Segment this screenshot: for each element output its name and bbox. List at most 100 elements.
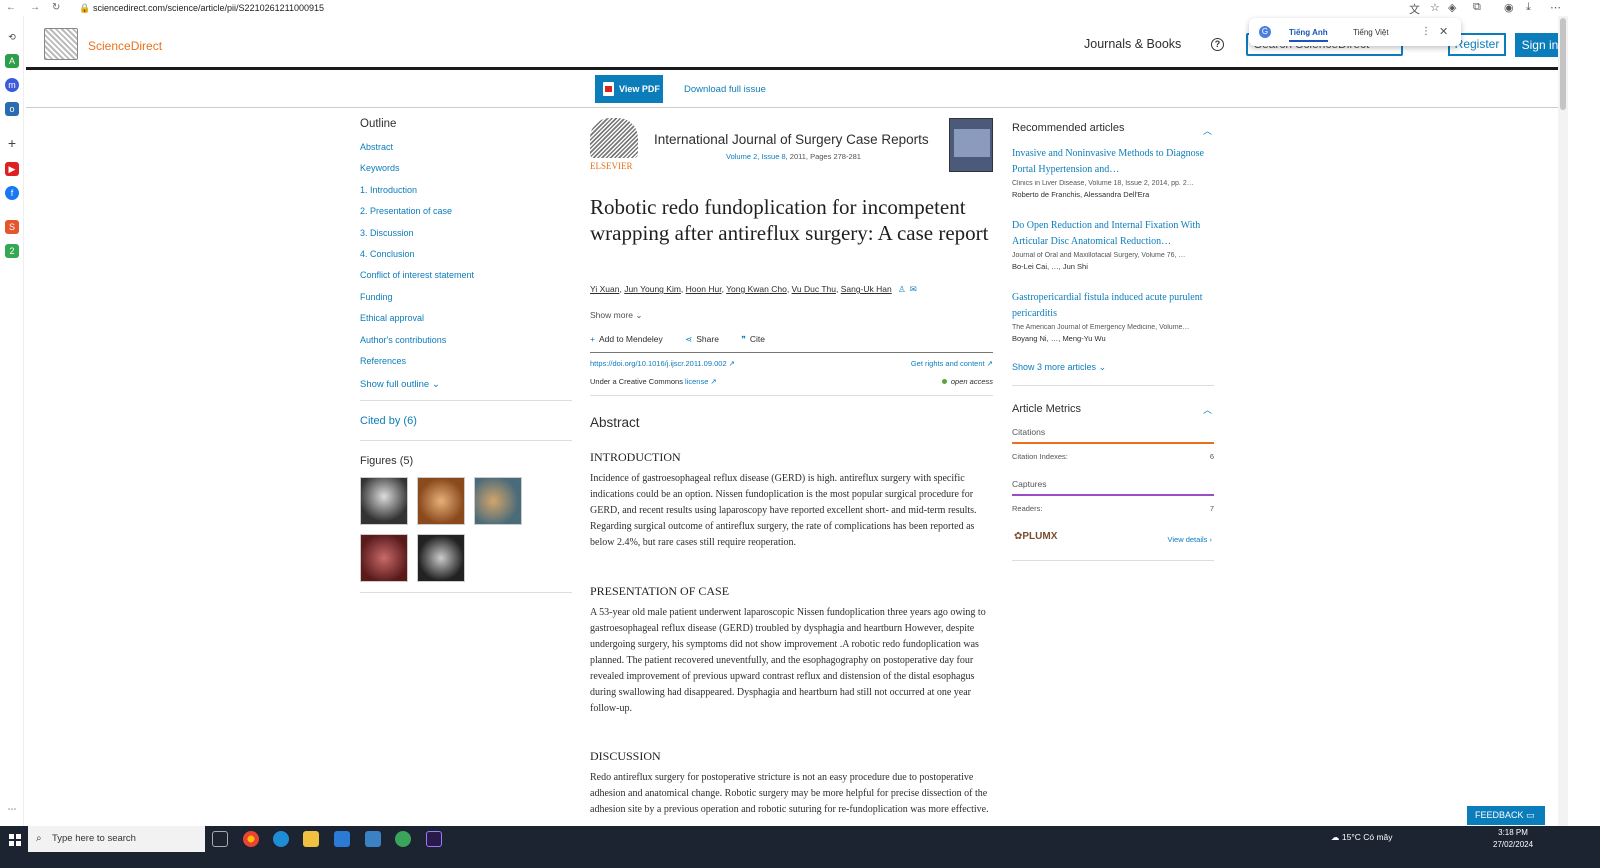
store-icon[interactable] (334, 831, 350, 847)
outlook-icon[interactable]: o (5, 102, 19, 116)
messenger-icon[interactable]: m (5, 78, 19, 92)
download-icon[interactable]: ⤓ (1526, 1, 1531, 14)
share-button[interactable]: ⋖ Share (685, 334, 729, 344)
menu-icon[interactable]: ⋯ (1550, 1, 1561, 14)
outline-item-references[interactable]: References (360, 356, 572, 377)
person-icon[interactable]: ♙ (898, 284, 906, 294)
shield-icon[interactable]: ◈ (1448, 1, 1456, 14)
outline-item-keywords[interactable]: Keywords (360, 163, 572, 184)
cite-button[interactable]: ❞ Cite (741, 334, 775, 344)
mail-icon[interactable] (365, 831, 381, 847)
translate-target-tab[interactable]: Tiếng Việt (1353, 28, 1389, 37)
outline-item-introduction[interactable]: 1. Introduction (360, 185, 572, 206)
view-details-link[interactable]: View details › (1168, 535, 1212, 544)
forward-icon[interactable]: → (30, 2, 40, 13)
back-icon[interactable]: ← (6, 2, 16, 13)
cited-by-link[interactable]: Cited by (6) (360, 401, 572, 442)
extensions-icon[interactable]: ⧉ (1473, 1, 1481, 14)
add-mendeley-button[interactable]: + Add to Mendeley (590, 334, 673, 344)
figure-thumbnail[interactable] (417, 477, 465, 526)
outline-item-presentation[interactable]: 2. Presentation of case (360, 206, 572, 227)
outline-item-conflict[interactable]: Conflict of interest statement (360, 270, 572, 291)
journal-cover-image[interactable] (949, 118, 993, 172)
chrome-icon[interactable] (243, 831, 259, 847)
address-bar[interactable]: sciencedirect.com/science/article/pii/S2… (93, 3, 324, 13)
journal-volume-link[interactable]: Volume 2, Issue 8 (726, 152, 786, 161)
recommended-item-title[interactable]: Gastropericardial fistula induced acute … (1012, 290, 1214, 321)
doi-link[interactable]: https://doi.org/10.1016/j.ijscr.2011.09.… (590, 359, 735, 368)
app-icon[interactable]: 2 (5, 244, 19, 258)
file-explorer-icon[interactable] (303, 831, 319, 847)
license-link[interactable]: license (685, 377, 708, 386)
outline-item-ethical[interactable]: Ethical approval (360, 313, 572, 334)
task-view-icon[interactable] (212, 831, 228, 847)
outline-item-funding[interactable]: Funding (360, 292, 572, 313)
feedback-button[interactable]: FEEDBACK ▭ (1467, 806, 1545, 825)
elsevier-logo[interactable]: ELSEVIER (590, 118, 640, 174)
view-pdf-button[interactable]: View PDF (595, 75, 663, 103)
figure-thumbnail[interactable] (474, 477, 522, 526)
app-icon[interactable] (395, 831, 411, 847)
figure-thumbnail[interactable] (417, 534, 465, 583)
journals-books-link[interactable]: Journals & Books (1084, 37, 1181, 51)
license-prefix: Under a Creative Commons (590, 377, 683, 386)
outline-item-discussion[interactable]: 3. Discussion (360, 228, 572, 249)
author-link[interactable]: Vu Duc Thu (792, 284, 836, 294)
recommended-item-title[interactable]: Invasive and Noninvasive Methods to Diag… (1012, 146, 1214, 177)
history-icon[interactable]: ⟲ (5, 30, 19, 44)
chevron-up-icon[interactable]: ︿ (1203, 403, 1212, 416)
chat-icon: ▭ (1526, 810, 1535, 820)
star-icon[interactable]: ☆ (1430, 1, 1440, 14)
recommended-item-source: Clinics in Liver Disease, Volume 18, Iss… (1012, 180, 1194, 187)
outline-item-contributions[interactable]: Author's contributions (360, 335, 572, 356)
elsevier-logo-icon[interactable] (44, 28, 78, 60)
site-brand[interactable]: ScienceDirect (88, 39, 162, 53)
author-link[interactable]: Jun Young Kim (624, 284, 681, 294)
profile-icon[interactable]: ◉ (1504, 1, 1514, 14)
more-options-icon[interactable]: ⋮ (1421, 26, 1431, 37)
figure-thumbnail[interactable] (360, 534, 408, 583)
journal-title[interactable]: International Journal of Surgery Case Re… (654, 132, 929, 147)
author-link[interactable]: Yong Kwan Cho (726, 284, 787, 294)
show-full-outline-link[interactable]: Show full outline ⌄ (360, 379, 572, 402)
share-icon: ⋖ (685, 334, 693, 344)
author-link[interactable]: Hoon Hur (686, 284, 722, 294)
show-full-outline-label: Show full outline (360, 379, 430, 391)
plumx-logo[interactable]: ✿PLUMX (1014, 531, 1057, 542)
readers-label: Readers: (1012, 504, 1043, 513)
scroll-thumb[interactable] (1560, 18, 1566, 110)
windows-start-icon[interactable] (9, 834, 21, 846)
outline-item-conclusion[interactable]: 4. Conclusion (360, 249, 572, 270)
add-icon[interactable]: + (5, 136, 19, 150)
outline-item-abstract[interactable]: Abstract (360, 142, 572, 163)
app-icon[interactable]: S (5, 220, 19, 234)
taskbar-clock[interactable]: 3:18 PM 27/02/2024 (1493, 827, 1533, 851)
rights-link[interactable]: Get rights and content ↗ (911, 359, 993, 368)
section-text-introduction: Incidence of gastroesophageal reflux dis… (590, 473, 977, 548)
weather-widget[interactable]: ☁ 15°C Có mây (1331, 832, 1393, 843)
edge-icon[interactable] (273, 831, 289, 847)
chevron-up-icon[interactable]: ︿ (1203, 124, 1212, 137)
translate-source-tab[interactable]: Tiếng Anh (1289, 28, 1328, 42)
help-icon[interactable]: ? (1211, 38, 1224, 51)
reload-icon[interactable]: ↻ (52, 2, 60, 13)
close-icon[interactable]: ✕ (1439, 25, 1448, 38)
open-access-label: open access (950, 377, 993, 386)
show-more-articles-link[interactable]: Show 3 more articles ⌄ (1012, 362, 1214, 386)
email-icon[interactable]: ✉ (910, 284, 917, 294)
youtube-icon[interactable]: ▶ (5, 162, 19, 176)
translate-icon[interactable]: 文 (1409, 1, 1420, 17)
download-full-issue-link[interactable]: Download full issue (684, 84, 766, 95)
taskbar-search-input[interactable]: ⌕ Type here to search (28, 826, 205, 852)
app-icon[interactable]: A (5, 54, 19, 68)
show-more-button[interactable]: Show more ⌄ (590, 310, 643, 321)
recommended-item-title[interactable]: Do Open Reduction and Internal Fixation … (1012, 218, 1214, 249)
more-icon[interactable]: ⋯ (5, 802, 19, 816)
premiere-icon[interactable] (426, 831, 442, 847)
figure-thumbnail[interactable] (360, 477, 408, 526)
cloud-icon: ☁ (1331, 832, 1340, 842)
author-link[interactable]: Yi Xuan (590, 284, 619, 294)
facebook-icon[interactable]: f (5, 186, 19, 200)
scrollbar[interactable] (1558, 16, 1568, 844)
author-link[interactable]: Sang-Uk Han (841, 284, 892, 294)
